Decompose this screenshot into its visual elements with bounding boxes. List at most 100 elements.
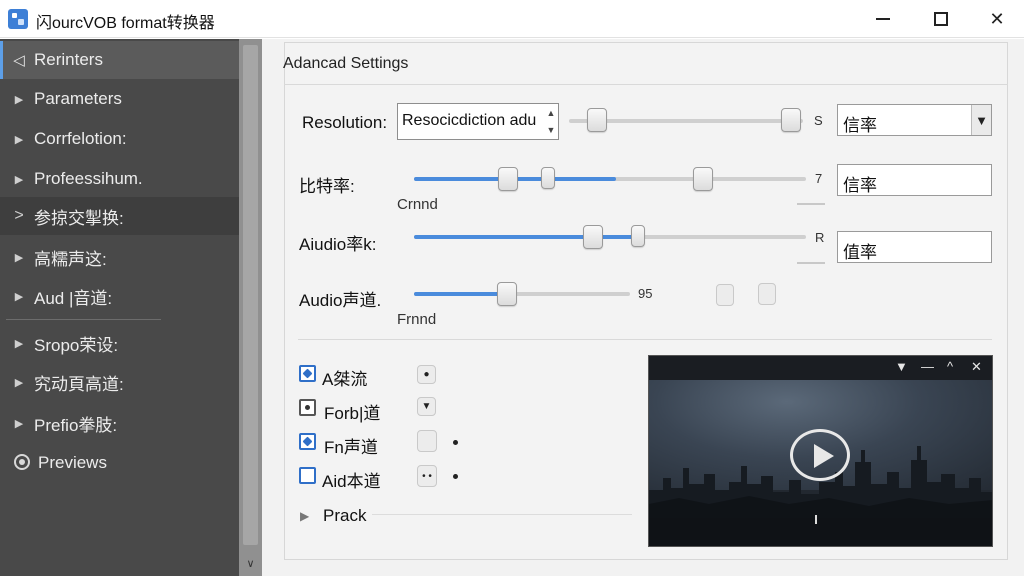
option-checkbox-1[interactable] [299,365,316,382]
options-separator [298,339,992,340]
bitrate-field[interactable]: 信率 [837,164,992,196]
bitrate-tick [797,203,825,205]
option-control-3[interactable] [417,430,437,452]
sidebar-item-audio-quality[interactable]: ▶ 高糯声这: [0,238,239,276]
sidebar-item-label: Parameters [34,89,122,108]
sidebar-item-label: 高糯声这: [34,249,107,269]
preview-icon [14,453,30,470]
spin-up-icon[interactable]: ▲ [547,108,556,118]
play-icon[interactable] [790,429,850,481]
option-label-3: Fn声道 [324,438,378,457]
play-icon[interactable]: ▶ [300,509,309,523]
video-minimize-icon[interactable]: — [921,359,934,374]
sidebar-item-label: Prefio拳肢: [34,415,118,435]
option-control-2[interactable]: ▼ [417,397,436,416]
bitrate-sub-label: Crnnd [397,196,438,213]
close-icon: ✕ [989,8,1005,29]
audio-channel-sub-label: Frnnd [397,311,437,328]
option-control-4[interactable]: • • [417,465,437,487]
scroll-down-icon[interactable]: ∨ [243,557,258,570]
resolution-input[interactable]: Resocicdiction adu [397,103,559,140]
audio-channel-toggle-1[interactable] [716,284,734,306]
bitrate-slider-thumb-1[interactable] [498,167,518,191]
title-bar: 闪ourcVOB format转换器 ✕ [0,0,1024,38]
chevron-right-icon: ▶ [14,251,24,264]
bitrate-label: 比特率: [299,177,355,196]
option-label-2: Forb|道 [324,404,381,423]
option-dot-3 [453,440,458,445]
minimize-icon [876,18,890,20]
video-expand-icon[interactable]: ^ [947,359,953,374]
scrollbar-thumb[interactable] [243,45,258,545]
sidebar-item-label: Profeessihum. [34,169,143,188]
option-checkbox-2[interactable] [299,399,316,416]
window-title: 闪ourcVOB format转换器 [36,15,215,32]
audio-channel-slider-thumb[interactable] [497,282,517,306]
close-button[interactable]: ✕ [974,4,1020,34]
sidebar-item-label: Previews [38,453,107,472]
sidebar-item-audio-channel[interactable]: ▶ Aud |音道: [0,277,239,315]
sidebar-item-scope[interactable]: ▶ Sropo荣设: [0,324,239,362]
audio-bitrate-tick [797,262,825,264]
audio-channel-label: Audio声道. [299,291,382,310]
sidebar-item-rerinters[interactable]: ◁ Rerinters [0,41,239,79]
audio-bitrate-label: Aiudio率k: [299,235,377,254]
option-label-4: Aid本道 [322,472,381,491]
video-ground [649,518,992,546]
bitrate-slider-thumb-3[interactable] [693,167,713,191]
maximize-icon [934,12,948,26]
audio-bitrate-slider-value: R [815,230,825,245]
sidebar-item-label: 参掠交掣换: [34,208,124,228]
sidebar-item-profile[interactable]: ▶ Prefio拳肢: [0,404,239,442]
video-preview[interactable]: ▼ — ^ ✕ [648,355,993,547]
chevron-right-icon: ▶ [14,133,24,146]
chevron-right-icon: ▶ [14,290,24,303]
video-close-icon[interactable]: ✕ [971,359,982,375]
option-checkbox-3[interactable] [299,433,316,450]
chevron-right-icon: ▶ [14,173,24,186]
sidebar-item-professional[interactable]: ▶ Profeessihum. [0,160,239,198]
spin-down-icon[interactable]: ▼ [547,125,556,135]
dropdown-arrow-icon[interactable]: ▼ [971,105,991,135]
sidebar-item-label: Sropo荣设: [34,335,119,355]
resolution-label: Resolution: [302,113,388,132]
audio-bitrate-field[interactable]: 值率 [837,231,992,263]
audio-channel-toggle-2[interactable] [758,283,776,305]
option-checkbox-4[interactable] [299,467,316,484]
sidebar-scrollbar[interactable]: ∨ [239,39,262,576]
sidebar-item-label: 究动頁高道: [34,374,124,394]
title-separator [284,84,1008,85]
resolution-combo[interactable]: 信率 ▼ [837,104,992,136]
audio-bitrate-slider-thumb-1[interactable] [583,225,603,249]
video-dropdown-icon[interactable]: ▼ [895,359,908,374]
video-progress-marker[interactable] [815,515,817,524]
resolution-slider-value: S [814,113,823,128]
audio-channel-slider-fill [414,292,508,296]
option-label-1: A桀流 [322,370,368,389]
resolution-slider-thumb-end[interactable] [781,108,801,132]
sidebar-divider [6,319,161,320]
chevron-right-icon: ▶ [14,376,24,389]
section-title: Adancad Settings [283,55,409,72]
sidebar-item-correlation[interactable]: ▶ Corrfelotion: [0,120,239,158]
resolution-slider-thumb-start[interactable] [587,108,607,132]
sidebar-item-parameters[interactable]: ▶ Parameters [0,80,239,118]
sidebar-item-advanced-channel[interactable]: ▶ 究动頁高道: [0,363,239,401]
audio-bitrate-slider-thumb-2[interactable] [631,225,645,247]
sidebar: ◁ Rerinters ▶ Parameters ▶ Corrfelotion:… [0,39,239,576]
prack-track[interactable] [372,514,632,515]
option-control-1[interactable]: ● [417,365,436,384]
sidebar-item-previews[interactable]: Previews [0,444,239,482]
chevron-right-icon: ▶ [14,337,24,350]
sidebar-item-conversion[interactable]: > 参掠交掣换: [0,197,239,235]
app-icon [8,9,28,29]
bitrate-slider-value: 7 [815,171,823,186]
sidebar-item-label: Rerinters [34,50,103,69]
bitrate-slider-thumb-2[interactable] [541,167,555,189]
minimize-button[interactable] [860,4,906,34]
sidebar-item-label: Aud |音道: [34,288,113,308]
audio-bitrate-slider-fill [414,235,640,239]
maximize-button[interactable] [918,4,964,34]
chevron-right-icon: ▶ [14,417,24,430]
resolution-spinner[interactable]: ▲ ▼ [543,104,559,139]
